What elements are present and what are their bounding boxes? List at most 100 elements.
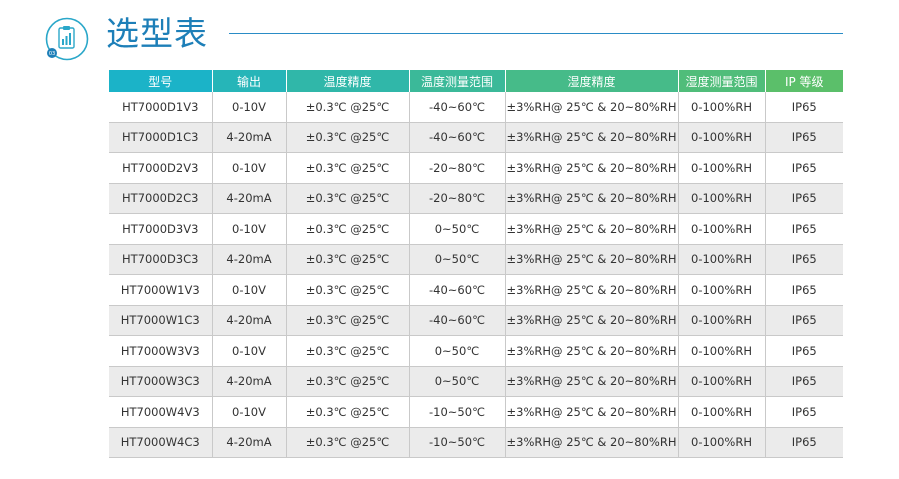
- table-cell: IP65: [765, 122, 843, 153]
- table-cell: 0-100%RH: [678, 152, 766, 184]
- table-cell: 0-10V: [212, 274, 287, 306]
- table-cell: 0~50℃: [409, 366, 506, 397]
- table-cell: HT7000D3C3: [109, 244, 213, 275]
- table-cell: ±3%RH@ 25℃ & 20~80%RH: [505, 274, 679, 306]
- table-body: HT7000D1V3 0-10V ±0.3℃ @25℃ -40~60℃ ±3%RH@ 2…: [109, 92, 843, 458]
- table-cell: -20~80℃: [409, 183, 506, 214]
- table-cell: -10~50℃: [409, 396, 506, 428]
- table-cell: HT7000W1C3: [109, 305, 213, 336]
- table-cell: ±0.3℃ @25℃: [286, 396, 410, 428]
- table-cell: 0~50℃: [409, 213, 506, 245]
- table-row: HT7000W3C3 4-20mA ±0.3℃ @25℃ 0~50℃ ±3%RH@ 25…: [109, 366, 843, 397]
- table-cell: 4-20mA: [212, 427, 287, 458]
- table-cell: 0-100%RH: [678, 396, 766, 428]
- table-cell: 0-100%RH: [678, 335, 766, 367]
- table-cell: ±0.3℃ @25℃: [286, 244, 410, 275]
- table-cell: HT7000D1V3: [109, 92, 213, 123]
- table-cell: IP65: [765, 152, 843, 184]
- table-cell: 0-10V: [212, 152, 287, 184]
- table-cell: HT7000W1V3: [109, 274, 213, 306]
- table-cell: -20~80℃: [409, 152, 506, 184]
- table-row: HT7000W1V3 0-10V ±0.3℃ @25℃ -40~60℃ ±3%RH@ 2…: [109, 274, 843, 306]
- table-cell: ±0.3℃ @25℃: [286, 274, 410, 306]
- selection-table-container: 型号 输出 温度精度 温度测量范围 湿度精度 湿度测量范围 IP 等级 HT7000D1V3…: [109, 70, 843, 458]
- table-cell: 0-100%RH: [678, 305, 766, 336]
- section-badge: 03: [49, 51, 55, 57]
- table-cell: -40~60℃: [409, 122, 506, 153]
- table-cell: ±0.3℃ @25℃: [286, 152, 410, 184]
- table-row: HT7000D1V3 0-10V ±0.3℃ @25℃ -40~60℃ ±3%RH@ 2…: [109, 92, 843, 123]
- table-row: HT7000D3V3 0-10V ±0.3℃ @25℃ 0~50℃ ±3%RH@ 25℃…: [109, 213, 843, 245]
- table-row: HT7000W3V3 0-10V ±0.3℃ @25℃ 0~50℃ ±3%RH@ 25℃…: [109, 335, 843, 367]
- table-cell: 0-100%RH: [678, 274, 766, 306]
- table-cell: HT7000W4V3: [109, 396, 213, 428]
- table-row: HT7000W4V3 0-10V ±0.3℃ @25℃ -10~50℃ ±3%RH@ 2…: [109, 396, 843, 428]
- table-cell: 4-20mA: [212, 183, 287, 214]
- table-cell: ±3%RH@ 25℃ & 20~80%RH: [505, 396, 679, 428]
- table-cell: HT7000D2C3: [109, 183, 213, 214]
- table-cell: ±3%RH@ 25℃ & 20~80%RH: [505, 183, 679, 214]
- table-cell: 0~50℃: [409, 335, 506, 367]
- table-cell: ±3%RH@ 25℃ & 20~80%RH: [505, 335, 679, 367]
- table-cell: IP65: [765, 274, 843, 306]
- table-cell: 0-10V: [212, 396, 287, 428]
- table-cell: 0-10V: [212, 213, 287, 245]
- column-header: 湿度精度: [505, 70, 679, 92]
- column-header: 温度测量范围: [409, 70, 506, 92]
- table-cell: 0-100%RH: [678, 122, 766, 153]
- table-cell: IP65: [765, 244, 843, 275]
- page-title: 选型表: [106, 14, 208, 53]
- table-cell: ±3%RH@ 25℃ & 20~80%RH: [505, 122, 679, 153]
- table-cell: HT7000W3V3: [109, 335, 213, 367]
- table-cell: HT7000D2V3: [109, 152, 213, 184]
- table-cell: HT7000D1C3: [109, 122, 213, 153]
- table-cell: ±3%RH@ 25℃ & 20~80%RH: [505, 92, 679, 123]
- table-cell: 0-100%RH: [678, 366, 766, 397]
- table-row: HT7000D2C3 4-20mA ±0.3℃ @25℃ -20~80℃ ±3%RH@ …: [109, 183, 843, 214]
- table-cell: ±3%RH@ 25℃ & 20~80%RH: [505, 305, 679, 336]
- table-cell: HT7000W3C3: [109, 366, 213, 397]
- table-cell: 4-20mA: [212, 366, 287, 397]
- table-cell: 4-20mA: [212, 244, 287, 275]
- clipboard-chart-icon: 03: [45, 17, 89, 61]
- page-header: 03 选型表: [44, 14, 844, 64]
- table-cell: IP65: [765, 305, 843, 336]
- column-header: 温度精度: [286, 70, 410, 92]
- column-header: 输出: [212, 70, 287, 92]
- table-cell: ±0.3℃ @25℃: [286, 122, 410, 153]
- table-cell: IP65: [765, 366, 843, 397]
- table-cell: 0-10V: [212, 92, 287, 123]
- table-row: HT7000D1C3 4-20mA ±0.3℃ @25℃ -40~60℃ ±3%RH@ …: [109, 122, 843, 153]
- column-header: 型号: [109, 70, 213, 92]
- table-cell: IP65: [765, 213, 843, 245]
- table-cell: HT7000D3V3: [109, 213, 213, 245]
- table-cell: ±0.3℃ @25℃: [286, 92, 410, 123]
- table-cell: ±3%RH@ 25℃ & 20~80%RH: [505, 213, 679, 245]
- table-row: HT7000W4C3 4-20mA ±0.3℃ @25℃ -10~50℃ ±3%RH@ …: [109, 427, 843, 458]
- table-cell: ±0.3℃ @25℃: [286, 213, 410, 245]
- table-cell: 0-10V: [212, 335, 287, 367]
- selection-table: 型号 输出 温度精度 温度测量范围 湿度精度 湿度测量范围 IP 等级 HT7000D1V3…: [109, 70, 843, 458]
- table-cell: ±3%RH@ 25℃ & 20~80%RH: [505, 366, 679, 397]
- column-header: IP 等级: [765, 70, 843, 92]
- title-divider: [229, 33, 843, 34]
- table-cell: 0-100%RH: [678, 213, 766, 245]
- table-cell: 4-20mA: [212, 122, 287, 153]
- table-cell: 0-100%RH: [678, 92, 766, 123]
- table-cell: IP65: [765, 335, 843, 367]
- table-cell: ±0.3℃ @25℃: [286, 366, 410, 397]
- table-cell: HT7000W4C3: [109, 427, 213, 458]
- table-cell: IP65: [765, 427, 843, 458]
- table-cell: ±3%RH@ 25℃ & 20~80%RH: [505, 244, 679, 275]
- table-cell: ±3%RH@ 25℃ & 20~80%RH: [505, 427, 679, 458]
- table-cell: IP65: [765, 92, 843, 123]
- table-cell: -10~50℃: [409, 427, 506, 458]
- column-header: 湿度测量范围: [678, 70, 766, 92]
- table-cell: 0-100%RH: [678, 427, 766, 458]
- table-cell: ±0.3℃ @25℃: [286, 427, 410, 458]
- table-cell: IP65: [765, 183, 843, 214]
- table-row: HT7000D2V3 0-10V ±0.3℃ @25℃ -20~80℃ ±3%RH@ 2…: [109, 152, 843, 184]
- table-cell: 0~50℃: [409, 244, 506, 275]
- table-row: HT7000W1C3 4-20mA ±0.3℃ @25℃ -40~60℃ ±3%RH@ …: [109, 305, 843, 336]
- table-cell: 0-100%RH: [678, 183, 766, 214]
